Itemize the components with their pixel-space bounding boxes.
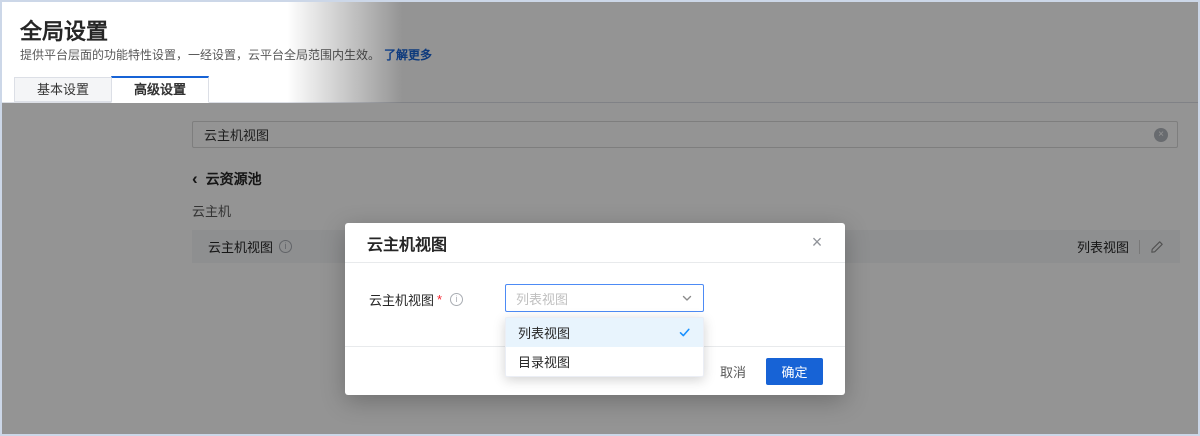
dropdown-option-list-view[interactable]: 列表视图: [506, 318, 703, 347]
page-subtitle: 提供平台层面的功能特性设置，一经设置，云平台全局范围内生效。了解更多: [20, 46, 432, 63]
dropdown-option-directory-view[interactable]: 目录视图: [506, 347, 703, 376]
field-label-text: 云主机视图: [369, 290, 434, 309]
page-subtitle-text: 提供平台层面的功能特性设置，一经设置，云平台全局范围内生效。: [20, 48, 380, 62]
select-value: 列表视图: [516, 289, 568, 308]
modal-dialog: 云主机视图 × 云主机视图 * i 列表视图 列表视图: [345, 223, 845, 395]
learn-more-link[interactable]: 了解更多: [384, 48, 432, 62]
info-icon: i: [450, 293, 463, 306]
close-icon[interactable]: ×: [807, 232, 827, 252]
tab-basic-settings[interactable]: 基本设置: [14, 77, 111, 102]
tab-advanced-settings[interactable]: 高级设置: [111, 76, 209, 103]
field-label: 云主机视图 * i: [369, 290, 463, 309]
confirm-button[interactable]: 确定: [766, 358, 823, 385]
modal-title: 云主机视图: [367, 231, 447, 255]
tab-bar: 基本设置 高级设置: [2, 77, 1198, 103]
modal-header: 云主机视图: [345, 223, 845, 263]
app-window: 全局设置 提供平台层面的功能特性设置，一经设置，云平台全局范围内生效。了解更多 …: [0, 0, 1200, 436]
select-dropdown: 列表视图 目录视图: [505, 317, 704, 377]
view-select[interactable]: 列表视图: [505, 284, 704, 312]
required-mark: *: [437, 292, 442, 307]
cancel-button[interactable]: 取消: [710, 356, 756, 387]
option-label: 目录视图: [518, 352, 570, 371]
page-title: 全局设置: [20, 14, 108, 46]
check-icon: [678, 326, 691, 339]
option-label: 列表视图: [518, 323, 570, 342]
chevron-down-icon: [681, 292, 693, 304]
